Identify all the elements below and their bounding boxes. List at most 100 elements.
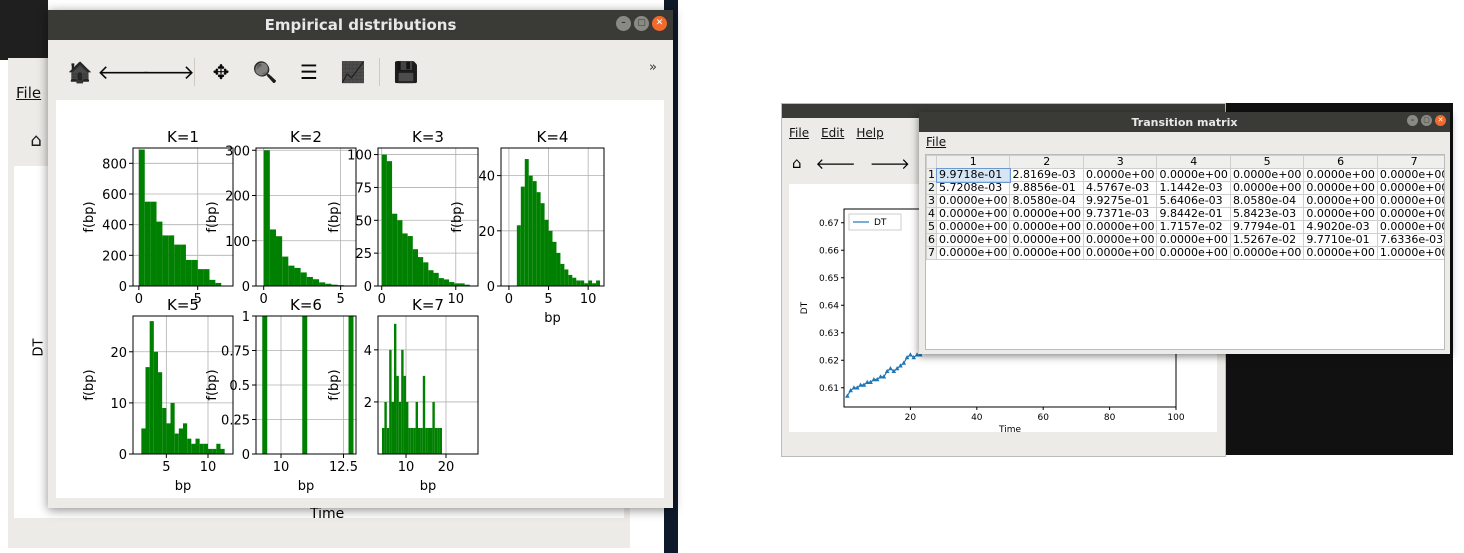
column-header[interactable]: 2 <box>1009 155 1084 169</box>
back-home-icon[interactable]: ⌂ <box>22 126 50 154</box>
back-button[interactable]: 🡐 <box>97 54 151 90</box>
histogram-bar <box>449 282 455 286</box>
minimize-icon[interactable]: – <box>1407 115 1418 126</box>
table-cell[interactable]: 1.7157e-02 <box>1156 220 1231 234</box>
table-cell[interactable]: 9.9718e-01 <box>935 167 1011 183</box>
table-cell[interactable]: 9.7371e-03 <box>1082 207 1158 221</box>
table-cell[interactable]: 1.5267e-02 <box>1229 233 1305 247</box>
pan-button[interactable]: ✥ <box>199 54 243 90</box>
row-header[interactable]: 6 <box>926 233 937 247</box>
y-tick-label: 100 <box>347 149 372 164</box>
table-cell[interactable]: 0.0000e+00 <box>1009 233 1084 247</box>
forward-button[interactable]: 🡒 <box>141 54 195 90</box>
table-cell[interactable]: 9.8442e-01 <box>1156 207 1231 221</box>
row-header[interactable]: 3 <box>926 194 937 208</box>
column-header[interactable]: 5 <box>1229 155 1305 169</box>
table-cell[interactable]: 5.8423e-03 <box>1229 207 1305 221</box>
table-cell[interactable]: 0.0000e+00 <box>935 207 1011 221</box>
close-icon[interactable]: ✕ <box>652 16 667 31</box>
table-cell[interactable]: 8.0580e-04 <box>1229 194 1305 208</box>
arrow-right-icon[interactable]: 🡒 <box>870 154 910 173</box>
y-tick-label: 10 <box>110 397 127 412</box>
table-cell[interactable]: 0.0000e+00 <box>935 246 1011 260</box>
table-cell[interactable]: 0.0000e+00 <box>1156 168 1231 182</box>
table-cell[interactable]: 0.0000e+00 <box>935 194 1011 208</box>
table-cell[interactable]: 7.6336e-03 <box>1376 233 1444 247</box>
table-cell[interactable]: 0.0000e+00 <box>935 220 1011 234</box>
close-icon[interactable]: ✕ <box>1435 115 1446 126</box>
histogram-bar <box>392 213 398 286</box>
x-tick-label: 10 <box>398 460 415 475</box>
table-cell[interactable]: 0.0000e+00 <box>1376 194 1444 208</box>
menu-file[interactable]: File <box>16 84 41 102</box>
row-header[interactable]: 4 <box>926 207 937 221</box>
configure-button[interactable]: ☰ <box>287 54 331 90</box>
table-cell[interactable]: 5.6406e-03 <box>1156 194 1231 208</box>
table-cell[interactable]: 5.7208e-03 <box>935 181 1011 195</box>
table-cell[interactable]: 0.0000e+00 <box>1229 246 1305 260</box>
transition-titlebar[interactable]: Transition matrix – ▢ ✕ <box>919 112 1450 132</box>
table-cell[interactable]: 0.0000e+00 <box>1303 181 1378 195</box>
column-header[interactable]: 1 <box>935 155 1011 169</box>
table-cell[interactable]: 2.8169e-03 <box>1009 168 1084 182</box>
maximize-icon[interactable]: ▢ <box>1421 115 1432 126</box>
table-cell[interactable]: 0.0000e+00 <box>1009 246 1084 260</box>
save-button[interactable]: 💾 <box>384 54 428 90</box>
menu-file[interactable]: File <box>789 126 809 140</box>
table-cell[interactable]: 0.0000e+00 <box>1229 168 1305 182</box>
column-header[interactable]: 4 <box>1156 155 1231 169</box>
histogram-bar <box>197 269 204 286</box>
arrow-left-icon[interactable]: 🡐 <box>816 154 856 173</box>
table-cell[interactable]: 4.5767e-03 <box>1082 181 1158 195</box>
legend-label: DT <box>874 218 887 228</box>
table-cell[interactable]: 0.0000e+00 <box>935 233 1011 247</box>
row-header[interactable]: 5 <box>926 220 937 234</box>
table-cell[interactable]: 0.0000e+00 <box>1082 168 1158 182</box>
table-row: 4 0.0000e+00 0.0000e+00 9.7371e-03 9.8442e-0… <box>926 207 1444 221</box>
table-cell[interactable]: 1.0000e+00 <box>1376 246 1444 260</box>
table-cell[interactable]: 0.0000e+00 <box>1009 220 1084 234</box>
column-header[interactable]: 3 <box>1082 155 1158 169</box>
column-header[interactable]: 7 <box>1376 155 1444 169</box>
back-ylabel: DT <box>31 338 47 357</box>
table-cell[interactable]: 0.0000e+00 <box>1376 220 1444 234</box>
table-cell[interactable]: 9.7710e-01 <box>1303 233 1378 247</box>
table-cell[interactable]: 0.0000e+00 <box>1229 181 1305 195</box>
empirical-titlebar[interactable]: Empirical distributions – ▢ ✕ <box>48 10 673 40</box>
zoom-button[interactable]: 🔍 <box>243 54 287 90</box>
table-cell[interactable]: 4.9020e-03 <box>1303 220 1378 234</box>
table-cell[interactable]: 0.0000e+00 <box>1303 207 1378 221</box>
table-cell[interactable]: 0.0000e+00 <box>1156 246 1231 260</box>
row-header[interactable]: 7 <box>926 246 937 260</box>
table-cell[interactable]: 0.0000e+00 <box>1156 233 1231 247</box>
table-cell[interactable]: 0.0000e+00 <box>1082 233 1158 247</box>
table-cell[interactable]: 0.0000e+00 <box>1376 207 1444 221</box>
table-cell[interactable]: 1.1442e-03 <box>1156 181 1231 195</box>
maximize-icon[interactable]: ▢ <box>634 16 649 31</box>
menu-edit[interactable]: Edit <box>821 126 844 140</box>
table-row: 2 5.7208e-03 9.8856e-01 4.5767e-03 1.1442e-0… <box>926 181 1444 195</box>
row-header[interactable]: 2 <box>926 181 937 195</box>
column-header[interactable]: 6 <box>1303 155 1378 169</box>
table-cell[interactable]: 9.8856e-01 <box>1009 181 1084 195</box>
table-cell[interactable]: 8.0580e-04 <box>1009 194 1084 208</box>
table-cell[interactable]: 0.0000e+00 <box>1303 246 1378 260</box>
home-button[interactable]: 🏠 <box>58 54 102 90</box>
row-header[interactable]: 1 <box>926 168 937 182</box>
minimize-icon[interactable]: – <box>616 16 631 31</box>
table-cell[interactable]: 0.0000e+00 <box>1009 207 1084 221</box>
menu-help[interactable]: Help <box>856 126 883 140</box>
edit-axes-button[interactable]: 📈 <box>331 54 375 90</box>
table-cell[interactable]: 0.0000e+00 <box>1082 220 1158 234</box>
home-icon[interactable]: ⌂ <box>792 154 802 173</box>
table-cell[interactable]: 9.9275e-01 <box>1082 194 1158 208</box>
table-row: 6 0.0000e+00 0.0000e+00 0.0000e+00 0.0000e+0… <box>926 233 1444 247</box>
table-cell[interactable]: 9.7794e-01 <box>1229 220 1305 234</box>
table-cell[interactable]: 0.0000e+00 <box>1376 168 1444 182</box>
table-cell[interactable]: 0.0000e+00 <box>1376 181 1444 195</box>
table-cell[interactable]: 0.0000e+00 <box>1303 194 1378 208</box>
table-cell[interactable]: 0.0000e+00 <box>1082 246 1158 260</box>
table-cell[interactable]: 0.0000e+00 <box>1303 168 1378 182</box>
menu-file[interactable]: File <box>926 135 946 149</box>
toolbar-expand-button[interactable]: » <box>649 60 657 75</box>
